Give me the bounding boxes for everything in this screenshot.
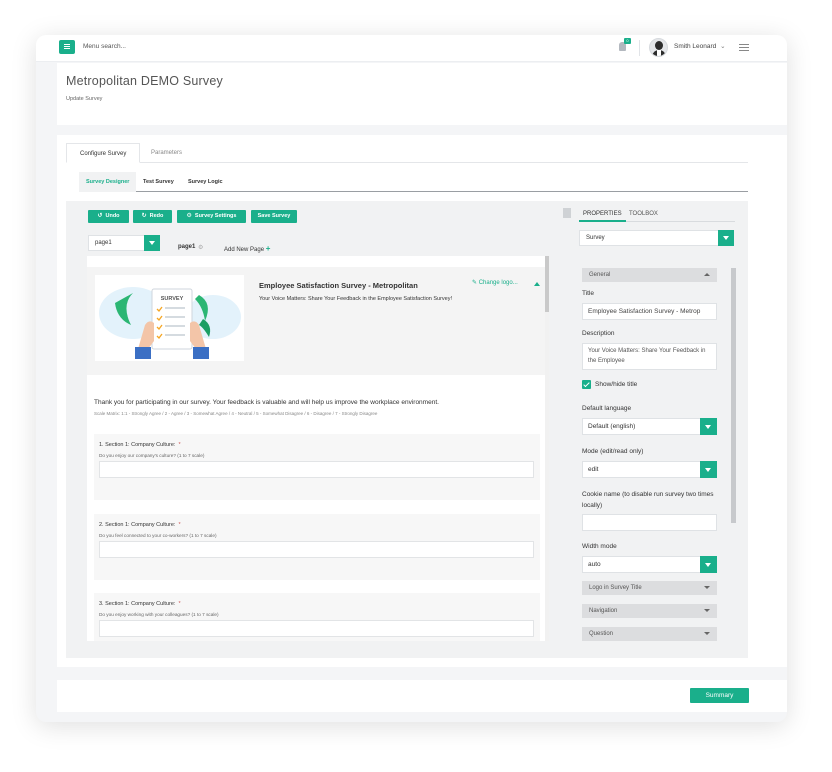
required-mark: * (178, 442, 181, 448)
required-mark: * (178, 601, 181, 607)
page-subtitle: Update Survey (66, 96, 103, 102)
logo-survey-text: SURVEY (161, 296, 184, 302)
question-description: Do you enjoy working with your colleague… (99, 612, 219, 617)
divider (639, 40, 640, 56)
show-title-label: Show/hide title (595, 381, 638, 388)
required-mark: * (178, 522, 181, 528)
survey-title[interactable]: Employee Satisfaction Survey - Metropoli… (259, 281, 418, 290)
chevron-up-icon (704, 273, 710, 276)
description-label: Description (582, 330, 615, 337)
outer-tabs: Configure Survey Parameters (66, 143, 748, 163)
tab-survey-logic[interactable]: Survey Logic (181, 172, 230, 192)
survey-settings-button[interactable]: ⚙ Survey Settings (177, 210, 246, 223)
group-navigation[interactable]: Navigation (582, 604, 717, 618)
width-mode-select[interactable]: auto (582, 556, 717, 573)
pencil-icon: ✎ (472, 280, 478, 286)
default-language-label: Default language (582, 405, 632, 412)
page-settings-icon[interactable]: ⚙ (198, 244, 203, 251)
width-mode-label: Width mode (582, 543, 617, 550)
chevron-down-icon (704, 632, 710, 635)
avatar[interactable] (649, 38, 668, 57)
undo-icon: ↺ (97, 213, 103, 219)
survey-canvas: SURVEY Employee Satisfaction Survey - Me… (87, 256, 549, 641)
title-field[interactable]: Employee Satisfaction Survey - Metrop (582, 303, 717, 320)
cookie-field[interactable] (582, 514, 717, 531)
show-title-checkbox[interactable] (582, 380, 591, 389)
survey-logo[interactable]: SURVEY (95, 275, 244, 361)
chevron-down-icon (704, 609, 710, 612)
question-title: 3. Section 1: Company Culture: * (99, 601, 181, 607)
canvas-scrollbar[interactable] (545, 256, 549, 641)
tab-survey-designer[interactable]: Survey Designer (79, 172, 137, 192)
cookie-label: Cookie name (to disable run survey two t… (582, 491, 714, 509)
gear-icon: ⚙ (186, 213, 192, 219)
page-select[interactable]: page1 (88, 235, 160, 251)
object-select[interactable]: Survey (579, 230, 734, 246)
question-title: 1. Section 1: Company Culture: * (99, 442, 181, 448)
chevron-down-icon (144, 235, 160, 251)
chevron-down-icon (700, 461, 717, 478)
survey-designer-panel: ↺ Undo ↻ Redo ⚙ Survey Settings Save Survey… (66, 201, 748, 658)
save-survey-button[interactable]: Save Survey (251, 210, 297, 223)
answer-input[interactable] (99, 541, 534, 558)
undo-button[interactable]: ↺ Undo (88, 210, 129, 223)
user-caret-icon: ⌄ (720, 43, 726, 50)
question-card[interactable]: 1. Section 1: Company Culture: * Do you e… (94, 434, 540, 500)
menu-search-input[interactable]: Menu search... (83, 40, 126, 54)
group-general[interactable]: General (582, 268, 717, 282)
plus-icon: + (265, 244, 271, 253)
chevron-up-icon[interactable] (534, 282, 540, 286)
survey-header: SURVEY Employee Satisfaction Survey - Me… (87, 267, 545, 375)
add-new-page-button[interactable]: Add New Page + (224, 244, 270, 253)
notification-badge: 0 (624, 38, 631, 44)
change-logo-button[interactable]: ✎ Change logo... (472, 279, 518, 286)
splitter-handle-icon[interactable] (563, 208, 571, 218)
properties-scrollbar[interactable] (731, 263, 736, 643)
group-logo-in-survey-title[interactable]: Logo in Survey Title (582, 581, 717, 595)
description-field[interactable]: Your Voice Matters: Share Your Feedback … (582, 343, 717, 370)
properties-panel: General Title Employee Satisfaction Surv… (579, 263, 731, 643)
answer-input[interactable] (99, 461, 534, 478)
question-card[interactable]: 2. Section 1: Company Culture: * Do you f… (94, 514, 540, 580)
user-menu[interactable]: Smith Leonard ⌄ (674, 42, 726, 50)
inner-tabs: Survey Designer Test Survey Survey Logic (79, 172, 748, 192)
chevron-down-icon (704, 586, 710, 589)
question-title: 2. Section 1: Company Culture: * (99, 522, 181, 528)
title-label: Title (582, 290, 595, 297)
user-name: Smith Leonard (674, 43, 717, 50)
redo-button[interactable]: ↻ Redo (133, 210, 172, 223)
footer: Summary (57, 680, 787, 712)
page-name-label[interactable]: page1 (178, 244, 195, 250)
hamburger-menu-icon[interactable] (59, 40, 75, 54)
default-language-select[interactable]: Default (english) (582, 418, 717, 435)
tab-toolbox[interactable]: TOOLBOX (625, 208, 662, 222)
mode-select[interactable]: edit (582, 461, 717, 478)
survey-description[interactable]: Your Voice Matters: Share Your Feedback … (259, 296, 452, 302)
question-card[interactable]: 3. Section 1: Company Culture: * Do you e… (94, 593, 540, 641)
main-card: Configure Survey Parameters Survey Desig… (57, 135, 787, 667)
summary-button[interactable]: Summary (690, 688, 749, 703)
chevron-down-icon (700, 418, 717, 435)
chevron-down-icon (700, 556, 717, 573)
question-description: Do you feel connected to your co-workers… (99, 533, 217, 538)
tab-test-survey[interactable]: Test Survey (136, 172, 181, 192)
tab-parameters[interactable]: Parameters (138, 143, 195, 163)
redo-icon: ↻ (141, 213, 147, 219)
scale-legend: Scale Matrix: 1:1 - Strongly Agree / 2 -… (94, 411, 378, 416)
answer-input[interactable] (99, 620, 534, 637)
mode-label: Mode (edit/read only) (582, 448, 644, 455)
properties-tabs: PROPERTIES TOOLBOX (579, 208, 735, 222)
panel-splitter[interactable] (563, 208, 571, 645)
page-header: Metropolitan DEMO Survey Update Survey (57, 63, 787, 125)
tab-properties[interactable]: PROPERTIES (579, 208, 626, 222)
tab-configure-survey[interactable]: Configure Survey (66, 143, 141, 163)
page-title: Metropolitan DEMO Survey (66, 74, 223, 88)
question-description: Do you enjoy our company's culture? (1 t… (99, 453, 205, 458)
chevron-down-icon (718, 230, 734, 246)
group-question[interactable]: Question (582, 627, 717, 641)
top-bar: Menu search... 0 Smith Leonard ⌄ (36, 35, 787, 62)
app-window: Menu search... 0 Smith Leonard ⌄ Metropo… (36, 35, 787, 722)
survey-intro-text: Thank you for participating in our surve… (94, 399, 439, 406)
apps-menu-icon[interactable] (739, 44, 749, 52)
